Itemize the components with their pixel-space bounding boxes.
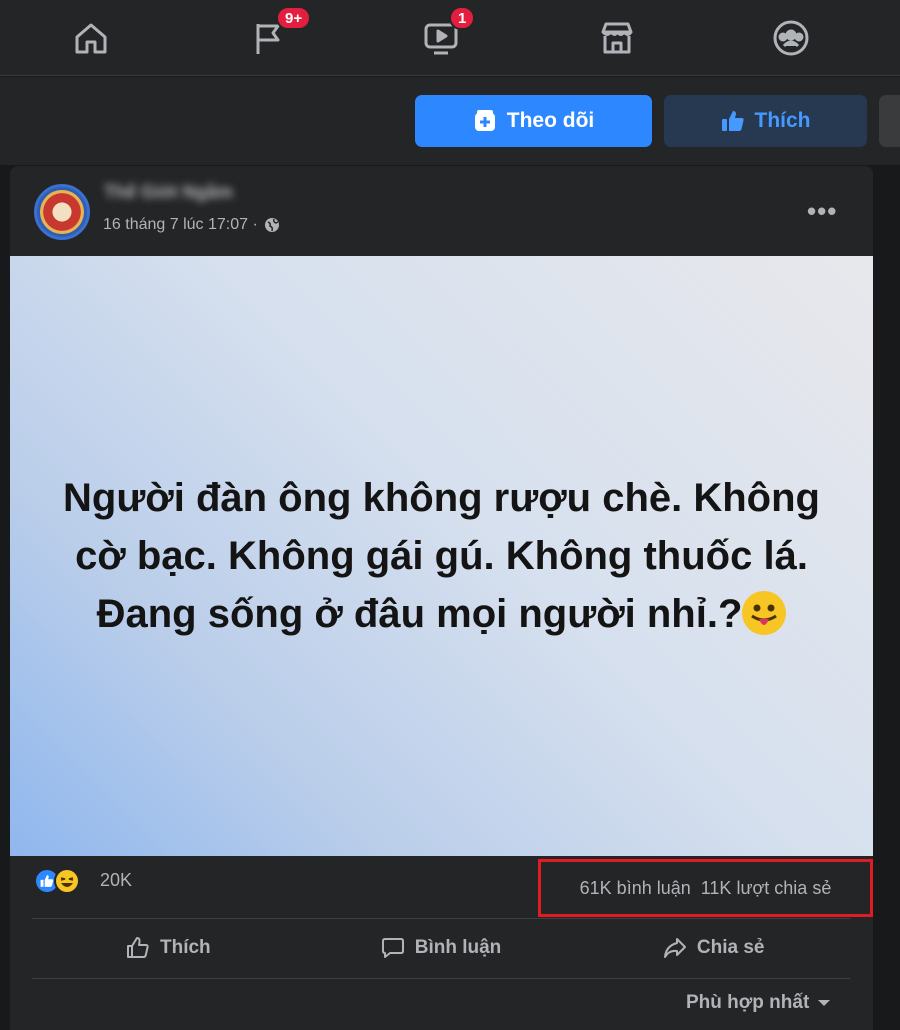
follow-label: Theo dõi bbox=[506, 109, 595, 132]
like-page-button[interactable]: Thích bbox=[664, 95, 867, 147]
reaction-count[interactable]: 20K bbox=[100, 870, 132, 891]
post-stats: 20K 61K bình luận 11K lượt chia sẻ bbox=[10, 856, 873, 918]
nav-marketplace[interactable] bbox=[557, 0, 677, 76]
follow-icon bbox=[474, 110, 495, 131]
share-count[interactable]: 11K lượt chia sẻ bbox=[701, 878, 832, 899]
post-card: Thế Giới Ngầm 16 tháng 7 lúc 17:07 · •••… bbox=[10, 166, 873, 1030]
share-icon bbox=[663, 938, 686, 958]
thumbs-up-outline-icon bbox=[127, 937, 149, 958]
nav-pages[interactable]: 9+ bbox=[208, 0, 328, 76]
post-options-icon[interactable]: ••• bbox=[807, 196, 837, 227]
haha-reaction-icon bbox=[54, 868, 80, 894]
reaction-icons[interactable] bbox=[34, 868, 80, 894]
like-label: Thích bbox=[160, 937, 211, 958]
nav-watch[interactable]: 1 bbox=[381, 0, 501, 76]
page-name[interactable]: Thế Giới Ngầm bbox=[104, 182, 233, 203]
home-icon bbox=[75, 23, 107, 54]
marketplace-icon bbox=[601, 22, 633, 54]
like-page-label: Thích bbox=[754, 109, 811, 132]
post-actions: Thích Bình luận Chia sẻ bbox=[32, 918, 850, 978]
divider bbox=[32, 978, 850, 979]
post-text-block: Người đàn ông không rượu chè. Không cờ b… bbox=[42, 469, 842, 643]
page-avatar[interactable] bbox=[34, 184, 90, 240]
groups-icon bbox=[773, 20, 809, 56]
engagement-counts-highlight: 61K bình luận 11K lượt chia sẻ bbox=[538, 859, 873, 917]
nav-home[interactable] bbox=[31, 0, 151, 76]
avatar-logo bbox=[40, 190, 84, 234]
nav-groups[interactable] bbox=[731, 0, 851, 76]
post-text: Người đàn ông không rượu chè. Không cờ b… bbox=[63, 476, 820, 636]
page-action-bar: Theo dõi Thích bbox=[0, 77, 900, 165]
pages-badge: 9+ bbox=[276, 6, 312, 30]
tongue-emoji-icon bbox=[742, 591, 787, 635]
thumbs-up-icon bbox=[721, 111, 744, 131]
globe-icon bbox=[264, 218, 279, 232]
comment-count[interactable]: 61K bình luận bbox=[580, 878, 691, 899]
follow-button[interactable]: Theo dõi bbox=[415, 95, 652, 147]
watch-badge: 1 bbox=[449, 6, 476, 30]
post-meta: 16 tháng 7 lúc 17:07 · bbox=[103, 216, 280, 234]
top-navigation: 9+ 1 bbox=[0, 0, 900, 76]
post-image[interactable]: Người đàn ông không rượu chè. Không cờ b… bbox=[10, 256, 873, 856]
comment-label: Bình luận bbox=[414, 937, 502, 958]
more-actions-button[interactable] bbox=[879, 95, 900, 147]
share-button[interactable]: Chia sẻ bbox=[577, 918, 850, 978]
comment-sort-dropdown[interactable]: Phù hợp nhất bbox=[686, 992, 831, 1014]
like-button[interactable]: Thích bbox=[32, 918, 305, 978]
post-timestamp[interactable]: 16 tháng 7 lúc 17:07 · bbox=[103, 216, 258, 234]
caret-down-icon bbox=[818, 1000, 831, 1006]
share-label: Chia sẻ bbox=[696, 937, 765, 958]
sort-label: Phù hợp nhất bbox=[686, 992, 810, 1013]
comment-icon bbox=[381, 938, 404, 958]
comment-button[interactable]: Bình luận bbox=[305, 918, 578, 978]
